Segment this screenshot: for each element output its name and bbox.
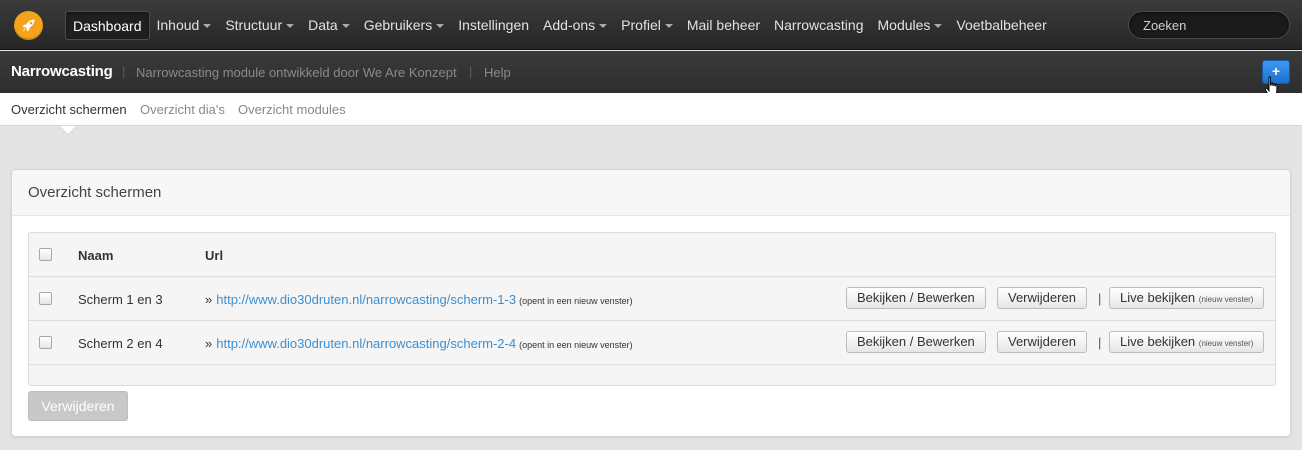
top-navbar: Dashboard Inhoud Structuur Data Gebruike…: [0, 0, 1302, 50]
nav-dashboard[interactable]: Dashboard: [65, 11, 150, 40]
nav-label: Dashboard: [73, 18, 142, 34]
column-header-url: Url: [205, 248, 224, 263]
caret-down-icon: [599, 24, 608, 29]
screens-panel: Overzicht schermen Naam Url Scherm 1 en …: [11, 169, 1291, 437]
nav-structuur[interactable]: Structuur: [218, 11, 301, 40]
separator: |: [469, 64, 473, 79]
module-description: Narrowcasting module ontwikkeld door We …: [136, 65, 457, 80]
arrow-icon: »: [205, 336, 213, 351]
main-menu: Dashboard Inhoud Structuur Data Gebruike…: [65, 11, 1054, 40]
panel-header: Overzicht schermen: [12, 170, 1290, 216]
screen-url-link[interactable]: http://www.dio30druten.nl/narrowcasting/…: [216, 336, 516, 351]
nav-label: Mail beheer: [686, 17, 761, 33]
caret-down-icon: [664, 24, 673, 29]
table-row: Scherm 2 en 4 » http://www.dio30druten.nl…: [29, 321, 1275, 365]
tab-overzicht-schermen[interactable]: Overzicht schermen: [11, 102, 127, 117]
nav-label: Voetbalbeheer: [956, 17, 1047, 33]
nav-mail-beheer[interactable]: Mail beheer: [680, 11, 767, 40]
search-input[interactable]: [1128, 11, 1290, 39]
url-note: (opent in een nieuw venster): [519, 296, 633, 306]
screen-url-cell: » http://www.dio30druten.nl/narrowcasting…: [205, 336, 633, 351]
url-note: (opent in een nieuw venster): [519, 340, 633, 350]
tab-overzicht-modules[interactable]: Overzicht modules: [238, 102, 346, 117]
live-view-label: Live bekijken: [1120, 334, 1196, 349]
screens-table: Naam Url Scherm 1 en 3 » http://www.dio30…: [28, 232, 1276, 386]
nav-gebruikers[interactable]: Gebruikers: [357, 11, 451, 40]
caret-down-icon: [436, 24, 445, 29]
nav-label: Instellingen: [458, 17, 530, 33]
nav-label: Inhoud: [156, 17, 200, 33]
row-checkbox[interactable]: [39, 292, 52, 305]
row-checkbox[interactable]: [39, 336, 52, 349]
bulk-delete-button[interactable]: Verwijderen: [28, 391, 128, 421]
nav-label: Narrowcasting: [774, 17, 864, 33]
tab-overzicht-dias[interactable]: Overzicht dia's: [140, 102, 225, 117]
screen-url-link[interactable]: http://www.dio30druten.nl/narrowcasting/…: [216, 292, 516, 307]
nav-data[interactable]: Data: [301, 11, 357, 40]
nav-label: Add-ons: [543, 17, 596, 33]
nav-instellingen[interactable]: Instellingen: [451, 11, 536, 40]
nav-narrowcasting[interactable]: Narrowcasting: [767, 11, 870, 40]
module-header: Narrowcasting | Narrowcasting module ont…: [0, 51, 1302, 93]
live-view-label: Live bekijken: [1120, 290, 1196, 305]
screen-name: Scherm 2 en 4: [78, 336, 163, 351]
nav-voetbalbeheer[interactable]: Voetbalbeheer: [949, 11, 1053, 40]
live-view-note: (nieuw venster): [1198, 295, 1254, 304]
view-edit-button[interactable]: Bekijken / Bewerken: [846, 331, 986, 353]
nav-profiel[interactable]: Profiel: [614, 11, 680, 40]
nav-label: Structuur: [225, 17, 283, 33]
panel-title: Overzicht schermen: [28, 184, 162, 201]
active-tab-pointer: [60, 126, 76, 134]
table-header-row: Naam Url: [29, 233, 1275, 277]
separator: |: [1098, 335, 1102, 350]
view-edit-button[interactable]: Bekijken / Bewerken: [846, 287, 986, 309]
table-row: Scherm 1 en 3 » http://www.dio30druten.nl…: [29, 277, 1275, 321]
live-view-note: (nieuw venster): [1198, 339, 1254, 348]
delete-button[interactable]: Verwijderen: [997, 287, 1087, 309]
caret-down-icon: [341, 24, 350, 29]
separator: |: [1098, 291, 1102, 306]
nav-add-ons[interactable]: Add-ons: [536, 11, 614, 40]
separator: |: [122, 64, 126, 79]
nav-label: Modules: [877, 17, 931, 33]
caret-down-icon: [203, 24, 212, 29]
help-link[interactable]: Help: [484, 65, 511, 80]
screen-name: Scherm 1 en 3: [78, 292, 163, 307]
nav-label: Profiel: [621, 17, 661, 33]
nav-label: Data: [308, 17, 338, 33]
arrow-icon: »: [205, 292, 213, 307]
column-header-name: Naam: [78, 248, 114, 263]
screen-url-cell: » http://www.dio30druten.nl/narrowcasting…: [205, 292, 633, 307]
tab-bar: Overzicht schermen Overzicht dia's Overz…: [0, 93, 1302, 126]
live-view-button[interactable]: Live bekijken (nieuw venster): [1109, 331, 1265, 353]
module-title: Narrowcasting: [11, 63, 113, 80]
nav-label: Gebruikers: [363, 17, 433, 33]
caret-down-icon: [934, 24, 943, 29]
delete-button[interactable]: Verwijderen: [997, 331, 1087, 353]
nav-modules[interactable]: Modules: [871, 11, 950, 40]
select-all-checkbox[interactable]: [39, 248, 52, 261]
nav-inhoud[interactable]: Inhoud: [150, 11, 219, 40]
caret-down-icon: [286, 24, 295, 29]
live-view-button[interactable]: Live bekijken (nieuw venster): [1109, 287, 1265, 309]
rocket-icon[interactable]: [14, 11, 43, 40]
